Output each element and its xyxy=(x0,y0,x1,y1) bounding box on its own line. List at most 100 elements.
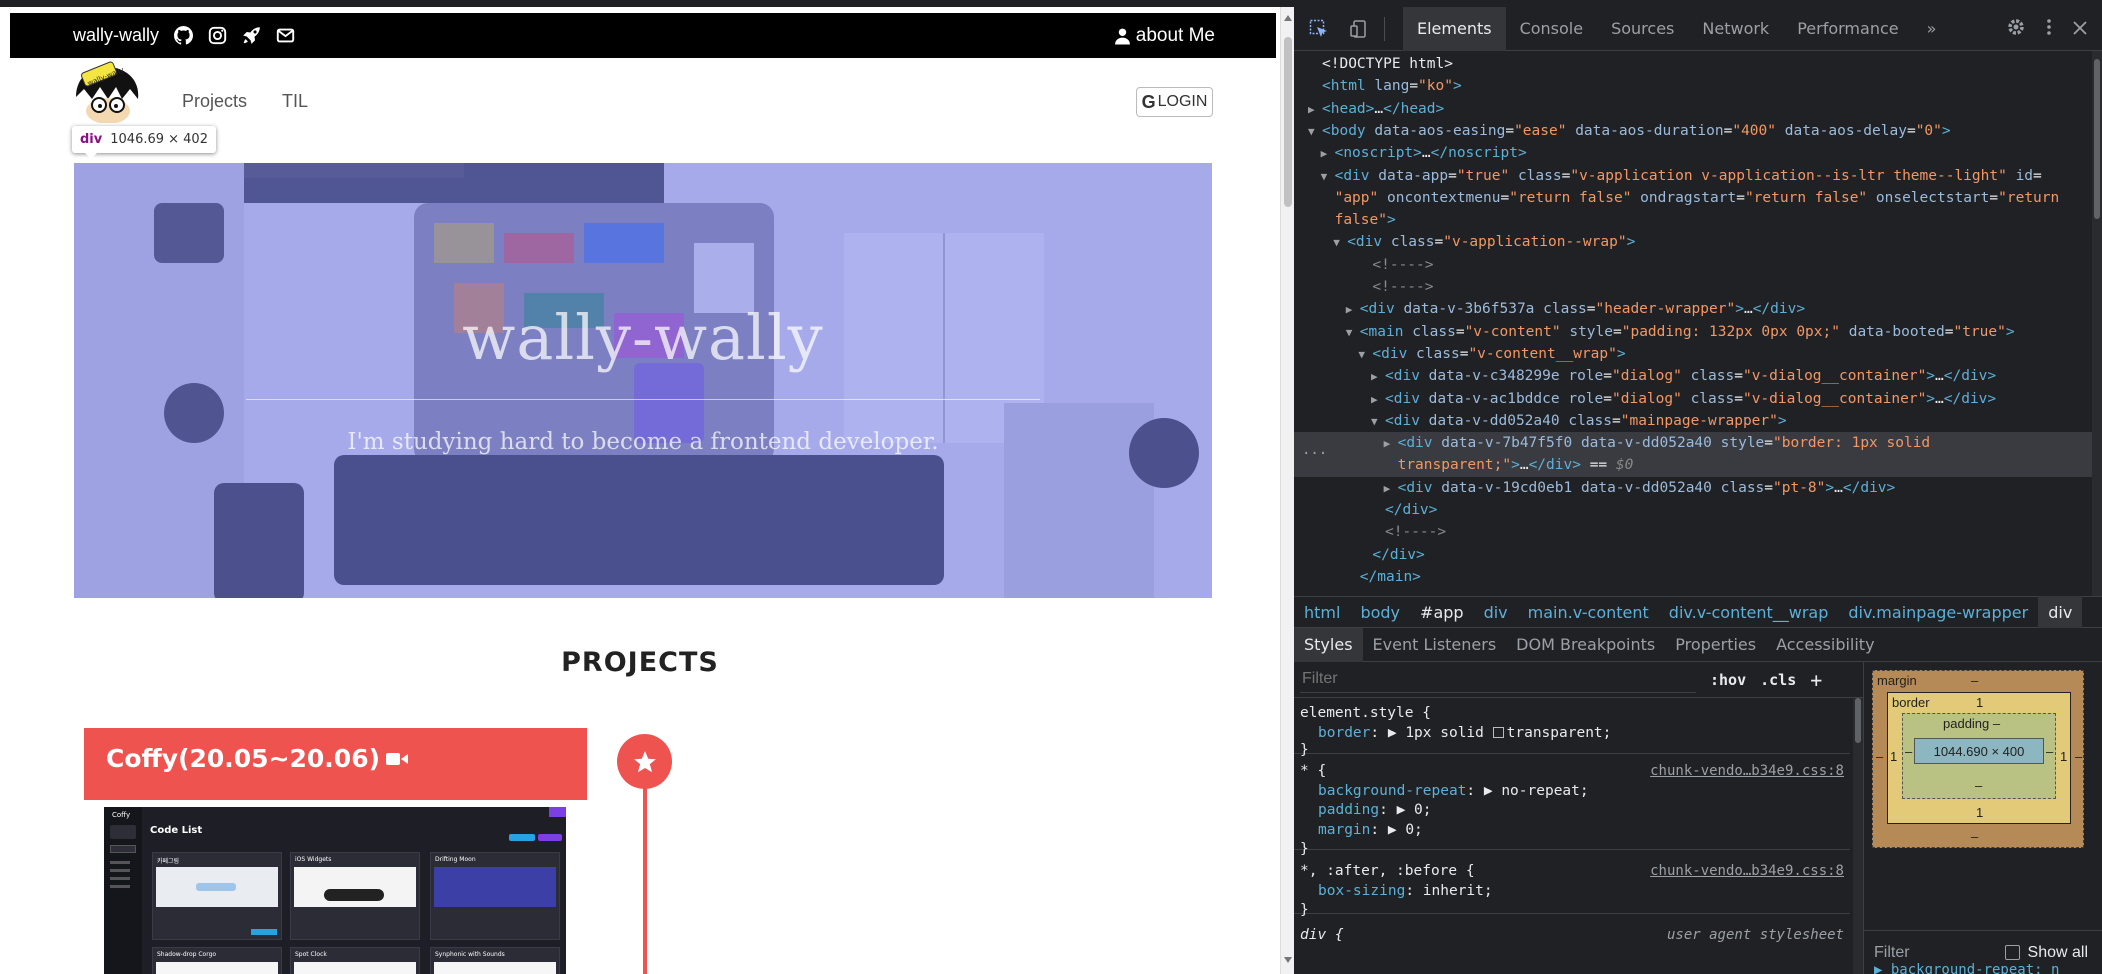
collapse-arrow-icon[interactable]: ▼ xyxy=(1333,232,1347,254)
expand-arrow-icon[interactable]: ▶ xyxy=(1371,366,1385,388)
inspect-element-icon[interactable] xyxy=(1304,14,1334,44)
show-all-toggle[interactable]: Show all xyxy=(2004,944,2088,962)
color-swatch[interactable] xyxy=(1492,726,1504,738)
collapse-arrow-icon[interactable]: ▼ xyxy=(1308,121,1322,143)
breadcrumb-item[interactable]: div.mainpage-wrapper xyxy=(1838,596,2038,628)
breadcrumb-item[interactable]: div.v-content__wrap xyxy=(1659,596,1839,628)
cls-toggle[interactable]: .cls xyxy=(1760,671,1796,689)
collapse-arrow-icon[interactable]: ▼ xyxy=(1346,322,1360,344)
styles-scrollbar[interactable] xyxy=(1853,698,1863,974)
collapse-arrow-icon[interactable]: ▼ xyxy=(1371,411,1385,433)
hov-toggle[interactable]: :hov xyxy=(1710,671,1746,689)
dom-node-line[interactable]: "app" oncontextmenu="return false" ondra… xyxy=(1294,187,2092,209)
collapse-arrow-icon[interactable]: ▼ xyxy=(1321,166,1335,188)
dom-node-line[interactable]: <html lang="ko"> xyxy=(1294,75,2092,97)
settings-gear-icon[interactable] xyxy=(2006,17,2026,42)
collapse-arrow-icon[interactable]: ▼ xyxy=(1358,344,1372,366)
subtab-properties[interactable]: Properties xyxy=(1665,628,1766,662)
computed-filter-input[interactable]: Filter xyxy=(1874,944,1910,962)
dom-node-selected[interactable]: transparent;">…</div> == $0 xyxy=(1294,454,2092,477)
dom-node-line[interactable]: </div> xyxy=(1294,499,2092,521)
about-me-link[interactable]: about Me xyxy=(1114,25,1215,47)
expand-arrow-icon[interactable]: ▶ xyxy=(1384,478,1398,500)
styles-filter-input[interactable] xyxy=(1300,666,1696,693)
dom-node-line[interactable]: ▼ <main class="v-content" style="padding:… xyxy=(1294,321,2092,344)
rule-source-link[interactable]: chunk-vendo…b34e9.css:8 xyxy=(1650,762,1844,782)
expand-arrow-icon[interactable]: ▶ xyxy=(1308,99,1322,121)
dom-node-line[interactable]: <!----> xyxy=(1294,254,2092,276)
breadcrumb-item[interactable]: div xyxy=(2038,596,2083,628)
rule-prop[interactable]: background-repeat xyxy=(1300,783,1466,799)
dom-node-line[interactable]: ▼ <div class="v-content__wrap"> xyxy=(1294,343,2092,366)
rule-value[interactable]: 0; xyxy=(1405,822,1422,838)
rule-value[interactable]: 0; xyxy=(1414,802,1431,818)
rule-source-link[interactable]: chunk-vendo…b34e9.css:8 xyxy=(1650,862,1844,882)
dom-node-line[interactable]: ▼ <body data-aos-easing="ease" data-aos-d… xyxy=(1294,120,2092,143)
dom-node-line[interactable]: <!----> xyxy=(1294,521,2092,543)
tab-network[interactable]: Network xyxy=(1688,7,1783,51)
expand-arrow-icon[interactable]: ▶ xyxy=(1371,389,1385,411)
rocket-icon[interactable] xyxy=(241,26,261,46)
box-model-content[interactable]: 1044.690 × 400 xyxy=(1914,738,2044,764)
dom-node-line[interactable]: ▶ <head>…</head> xyxy=(1294,98,2092,121)
close-devtools-icon[interactable] xyxy=(2072,17,2088,41)
breadcrumb-item[interactable]: body xyxy=(1350,596,1410,628)
breadcrumb-item[interactable]: main.v-content xyxy=(1518,596,1659,628)
tab-sources[interactable]: Sources xyxy=(1597,7,1688,51)
subtab-accessibility[interactable]: Accessibility xyxy=(1766,628,1884,662)
show-all-checkbox[interactable] xyxy=(2004,945,2020,960)
box-model-padding[interactable]: padding – – – – 1044.690 × 400 xyxy=(1902,713,2056,799)
subtab-event-listeners[interactable]: Event Listeners xyxy=(1363,628,1507,662)
dom-node-line[interactable]: ▶ <div data-v-c348299e role="dialog" clas… xyxy=(1294,365,2092,388)
dom-node-line[interactable]: <!DOCTYPE html> xyxy=(1294,53,2092,75)
breadcrumb-item[interactable]: div xyxy=(1474,596,1518,628)
more-tabs-icon[interactable]: » xyxy=(1913,7,1951,51)
rule-prop[interactable]: margin xyxy=(1300,822,1370,838)
github-icon[interactable] xyxy=(173,26,193,46)
dom-node-line[interactable]: ▶ <noscript>…</noscript> xyxy=(1294,142,2092,165)
login-button[interactable]: G LOGIN xyxy=(1136,87,1213,117)
dom-node-line[interactable]: ▶ <div data-v-ac1bddce role="dialog" clas… xyxy=(1294,388,2092,411)
dom-node-selected[interactable]: ▶ <div data-v-7b47f5f0 data-v-dd052a40 st… xyxy=(1294,432,2092,456)
page-scrollbar-thumb[interactable] xyxy=(1284,37,1292,207)
device-toolbar-icon[interactable] xyxy=(1344,14,1374,44)
computed-property-row[interactable]: ▶ background-repeat: n xyxy=(1874,962,2059,974)
dom-node-line[interactable]: <!----> xyxy=(1294,276,2092,298)
dom-node-line[interactable]: ▶ <div data-v-3b6f537a class="header-wrap… xyxy=(1294,298,2092,321)
dom-tree-scrollbar[interactable] xyxy=(2092,51,2102,596)
project-banner[interactable]: Coffy(20.05~20.06) xyxy=(84,728,587,800)
rule-prop[interactable]: border xyxy=(1300,725,1370,741)
dom-node-line[interactable]: false"> xyxy=(1294,209,2092,231)
site-logo[interactable]: wally-wally xyxy=(72,59,144,124)
breadcrumb-item[interactable]: html xyxy=(1294,596,1350,628)
dom-node-line[interactable]: ▼ <div class="v-application--wrap"> xyxy=(1294,231,2092,254)
tab-console[interactable]: Console xyxy=(1506,7,1598,51)
box-model-border[interactable]: border 1 1 1 1 padding – – – – 1044.690 … xyxy=(1887,692,2071,824)
kebab-menu-icon[interactable] xyxy=(2046,17,2052,42)
rule-value[interactable]: inherit; xyxy=(1423,883,1493,899)
project-screenshot[interactable]: Coffy Code List 카페그림 iOS Widgets Driftin… xyxy=(104,807,566,974)
site-brand[interactable]: wally-wally xyxy=(73,25,159,46)
subtab-dom-breakpoints[interactable]: DOM Breakpoints xyxy=(1506,628,1665,662)
dom-node-line[interactable]: ▼ <div data-app="true" class="v-applicati… xyxy=(1294,165,2092,188)
rule-value[interactable]: no-repeat; xyxy=(1501,783,1588,799)
nav-projects[interactable]: Projects xyxy=(182,91,247,112)
expand-arrow-icon[interactable]: ▶ xyxy=(1346,299,1360,321)
subtab-styles[interactable]: Styles xyxy=(1294,627,1363,662)
dom-node-line[interactable]: </main> xyxy=(1294,566,2092,588)
tab-elements[interactable]: Elements xyxy=(1403,7,1506,51)
new-rule-plus-icon[interactable]: + xyxy=(1810,668,1822,692)
instagram-icon[interactable] xyxy=(207,26,227,46)
rule-prop[interactable]: padding xyxy=(1300,802,1379,818)
dom-node-line[interactable]: ▼ <div data-v-dd052a40 class="mainpage-wr… xyxy=(1294,410,2092,433)
nav-til[interactable]: TIL xyxy=(282,91,308,112)
breadcrumb-item[interactable]: #app xyxy=(1410,596,1474,628)
expand-arrow-icon[interactable]: ▶ xyxy=(1321,143,1335,165)
rule-value-2[interactable]: transparent; xyxy=(1507,725,1612,741)
rule-prop[interactable]: box-sizing xyxy=(1300,883,1405,899)
page-scrollbar[interactable] xyxy=(1280,7,1294,974)
expand-arrow-icon[interactable]: ▶ xyxy=(1384,433,1398,455)
dom-node-line[interactable]: ▶ <div data-v-19cd0eb1 data-v-dd052a40 cl… xyxy=(1294,477,2092,500)
mail-icon[interactable] xyxy=(275,26,295,46)
tab-performance[interactable]: Performance xyxy=(1783,7,1912,51)
